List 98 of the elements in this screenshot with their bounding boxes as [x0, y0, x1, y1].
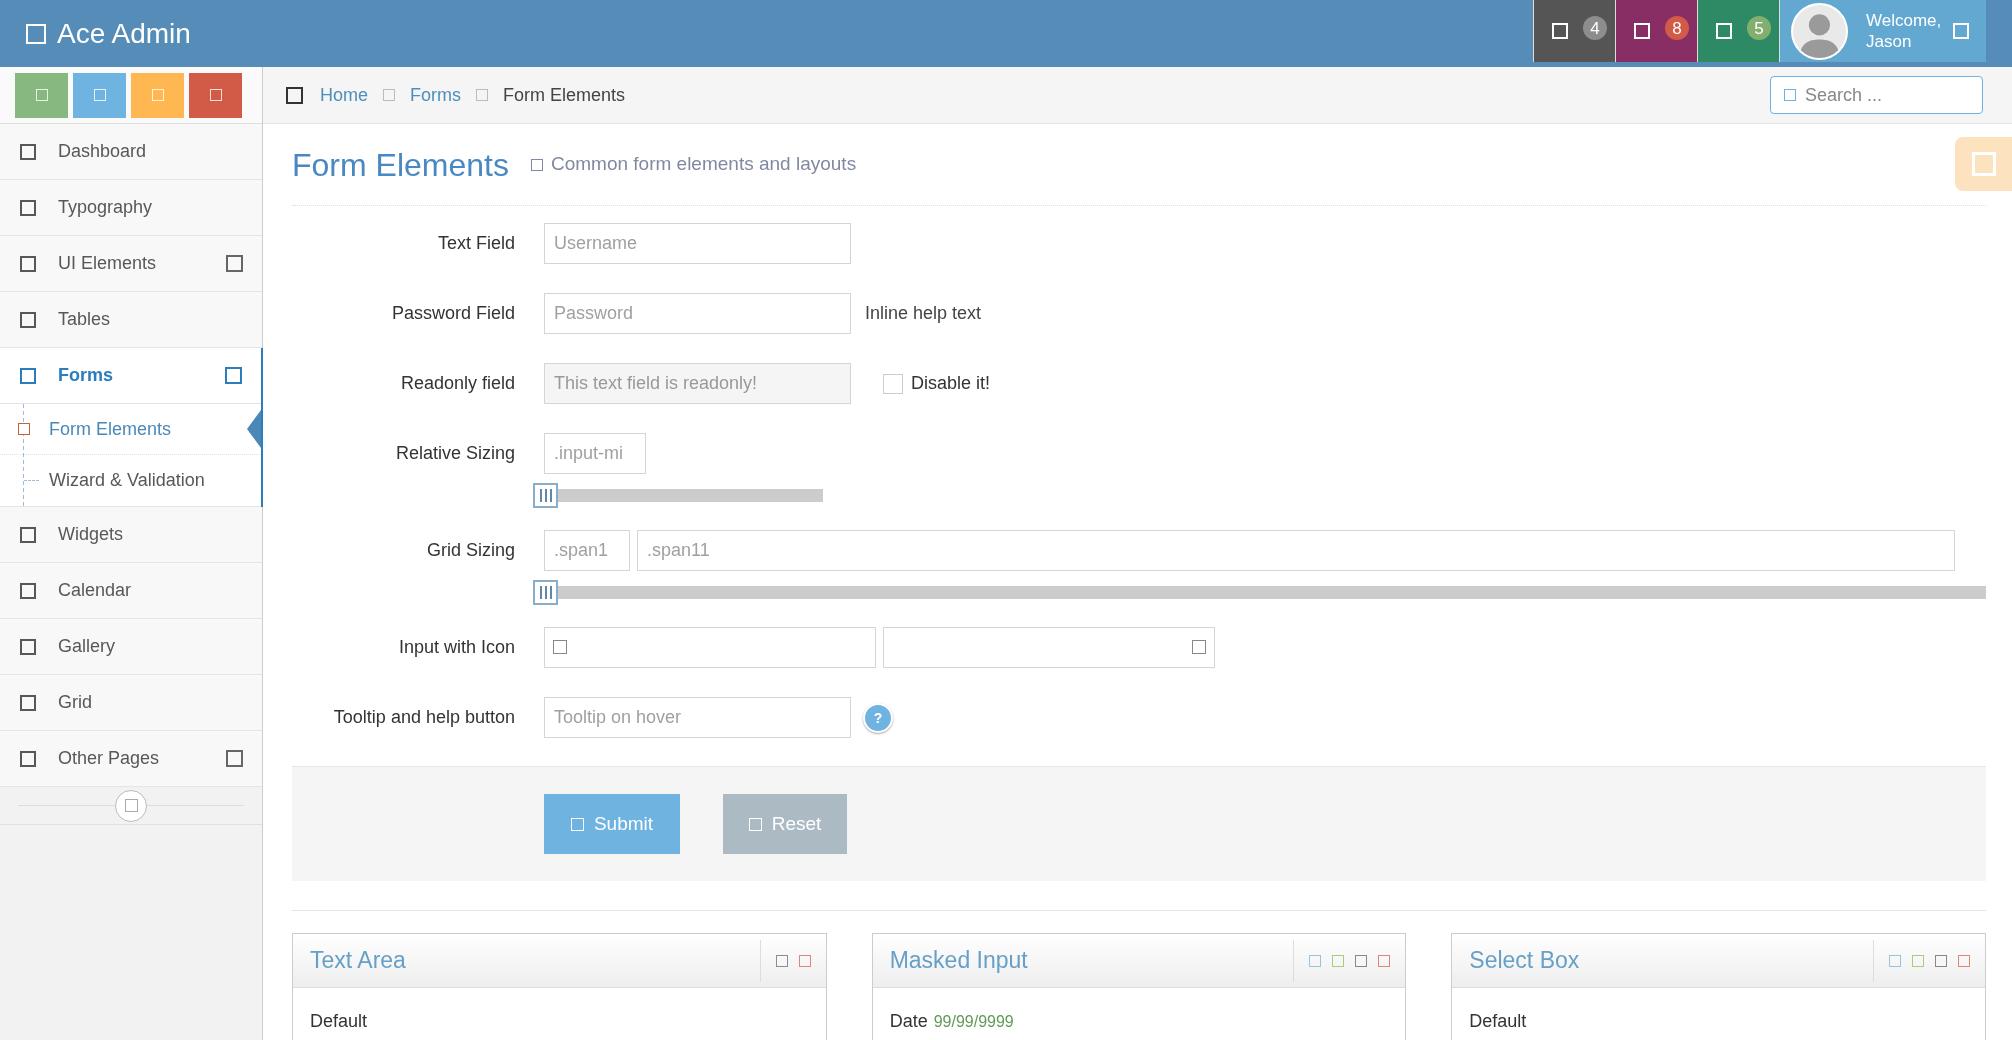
square-icon: [20, 311, 36, 328]
nav-item[interactable]: Other Pages: [0, 731, 262, 787]
submit-button[interactable]: Submit: [544, 794, 680, 854]
square-icon: [209, 89, 222, 101]
shortcut-button[interactable]: [189, 72, 242, 118]
square-icon: [1716, 23, 1732, 39]
breadcrumb-current: Form Elements: [503, 83, 626, 107]
square-icon: [20, 255, 36, 272]
shortcut-button[interactable]: [15, 72, 68, 118]
square-icon: [35, 89, 48, 101]
readonly-input[interactable]: This text field is readonly!: [544, 363, 851, 404]
square-icon: [124, 799, 138, 812]
nav-item[interactable]: Gallery: [0, 619, 262, 675]
square-icon: [20, 367, 36, 384]
widget-title: Text Area: [310, 946, 406, 976]
side-tab-button[interactable]: [1955, 137, 2012, 191]
square-icon: [151, 89, 164, 101]
square-icon: [20, 638, 36, 655]
field-label: Default: [310, 1010, 368, 1033]
page-subtitle: Common form elements and layouts: [550, 152, 857, 177]
nav-item[interactable]: UI Elements: [0, 236, 262, 292]
field-label: Tooltip and help button: [332, 706, 515, 729]
text-input[interactable]: Tooltip on hover: [544, 697, 851, 738]
slider-handle[interactable]: [533, 483, 558, 508]
nav-item[interactable]: Forms: [0, 348, 261, 404]
square-icon: [20, 694, 36, 711]
help-text: Inline help text: [865, 302, 982, 325]
field-label: Input with Icon: [397, 636, 515, 659]
input-field[interactable]: [544, 627, 876, 668]
count-badge: 5: [1747, 16, 1771, 40]
shortcut-button[interactable]: [131, 72, 184, 118]
brand-title[interactable]: Ace Admin: [57, 19, 191, 48]
help-button[interactable]: ?: [863, 702, 893, 733]
checkbox[interactable]: [883, 373, 903, 394]
square-icon: [20, 750, 36, 767]
breadcrumb-link[interactable]: Home: [320, 81, 368, 109]
nav-item[interactable]: Dashboard: [0, 124, 262, 180]
nav-item[interactable]: Typography: [0, 180, 262, 236]
widget-title: Masked Input: [889, 946, 1028, 976]
nav-item[interactable]: Tables: [0, 292, 262, 348]
slider-track[interactable]: [533, 483, 823, 508]
field-label: Text Field: [436, 232, 515, 255]
pointer-arrow-icon: [247, 410, 261, 448]
square-icon: [1953, 23, 1969, 39]
text-input[interactable]: Username: [544, 223, 851, 264]
submenu-item[interactable]: Wizard & Validation: [0, 455, 261, 506]
field-label: Default: [1469, 1010, 1527, 1033]
field-label: Date: [889, 1010, 928, 1033]
square-icon: [93, 89, 106, 101]
notification-button[interactable]: 5: [1697, 0, 1779, 62]
square-icon: [20, 582, 36, 599]
submenu-item[interactable]: Form Elements: [0, 404, 261, 455]
person-silhouette-icon: [1791, 2, 1848, 60]
square-icon: [1634, 23, 1650, 39]
user-menu-button[interactable]: Welcome, Jason: [1779, 0, 1986, 62]
slider-handle[interactable]: [533, 580, 558, 605]
text-input[interactable]: .span11: [637, 530, 1955, 571]
square-icon: [18, 423, 30, 435]
nav-item[interactable]: Calendar: [0, 563, 262, 619]
square-icon: [20, 526, 36, 543]
text-input[interactable]: .input-mi: [544, 433, 646, 474]
field-label: Relative Sizing: [394, 442, 515, 465]
text-input[interactable]: .span1: [544, 530, 630, 571]
reset-button[interactable]: Reset: [723, 794, 847, 854]
nav-item[interactable]: Widgets: [0, 507, 262, 563]
nav-item[interactable]: Grid: [0, 675, 262, 731]
text-input[interactable]: Password: [544, 293, 851, 334]
square-icon: [20, 199, 36, 216]
square-icon: [748, 817, 762, 831]
field-label: Password Field: [390, 302, 515, 325]
collapse-button[interactable]: [115, 789, 147, 822]
count-badge: 4: [1583, 16, 1607, 40]
square-icon: [383, 89, 395, 101]
square-icon: [1784, 89, 1796, 101]
count-badge: 8: [1665, 16, 1689, 40]
square-icon: [1971, 152, 1996, 176]
widget-title: Select Box: [1469, 946, 1580, 976]
shortcut-button[interactable]: [73, 72, 126, 118]
search-field[interactable]: Search ...: [1770, 76, 1983, 114]
slider-track[interactable]: [533, 580, 1986, 605]
checkbox-label: Disable it!: [911, 372, 991, 395]
notification-button[interactable]: 4: [1533, 0, 1615, 62]
input-field[interactable]: [883, 627, 1215, 668]
square-icon: [26, 23, 46, 44]
square-icon: [20, 143, 36, 160]
square-icon: [1192, 640, 1206, 654]
mask-hint: 99/99/9999: [933, 1012, 1014, 1032]
square-icon: [553, 640, 567, 654]
field-label: Readonly field: [399, 372, 515, 395]
square-icon: [570, 817, 584, 831]
square-icon: [1552, 23, 1568, 39]
field-label: Grid Sizing: [425, 539, 515, 562]
square-icon: [530, 158, 543, 171]
notification-button[interactable]: 8: [1615, 0, 1697, 62]
square-icon: [286, 86, 303, 104]
square-icon: [476, 89, 488, 101]
page-title: Form Elements: [292, 148, 509, 181]
breadcrumb-link[interactable]: Forms: [410, 81, 461, 109]
